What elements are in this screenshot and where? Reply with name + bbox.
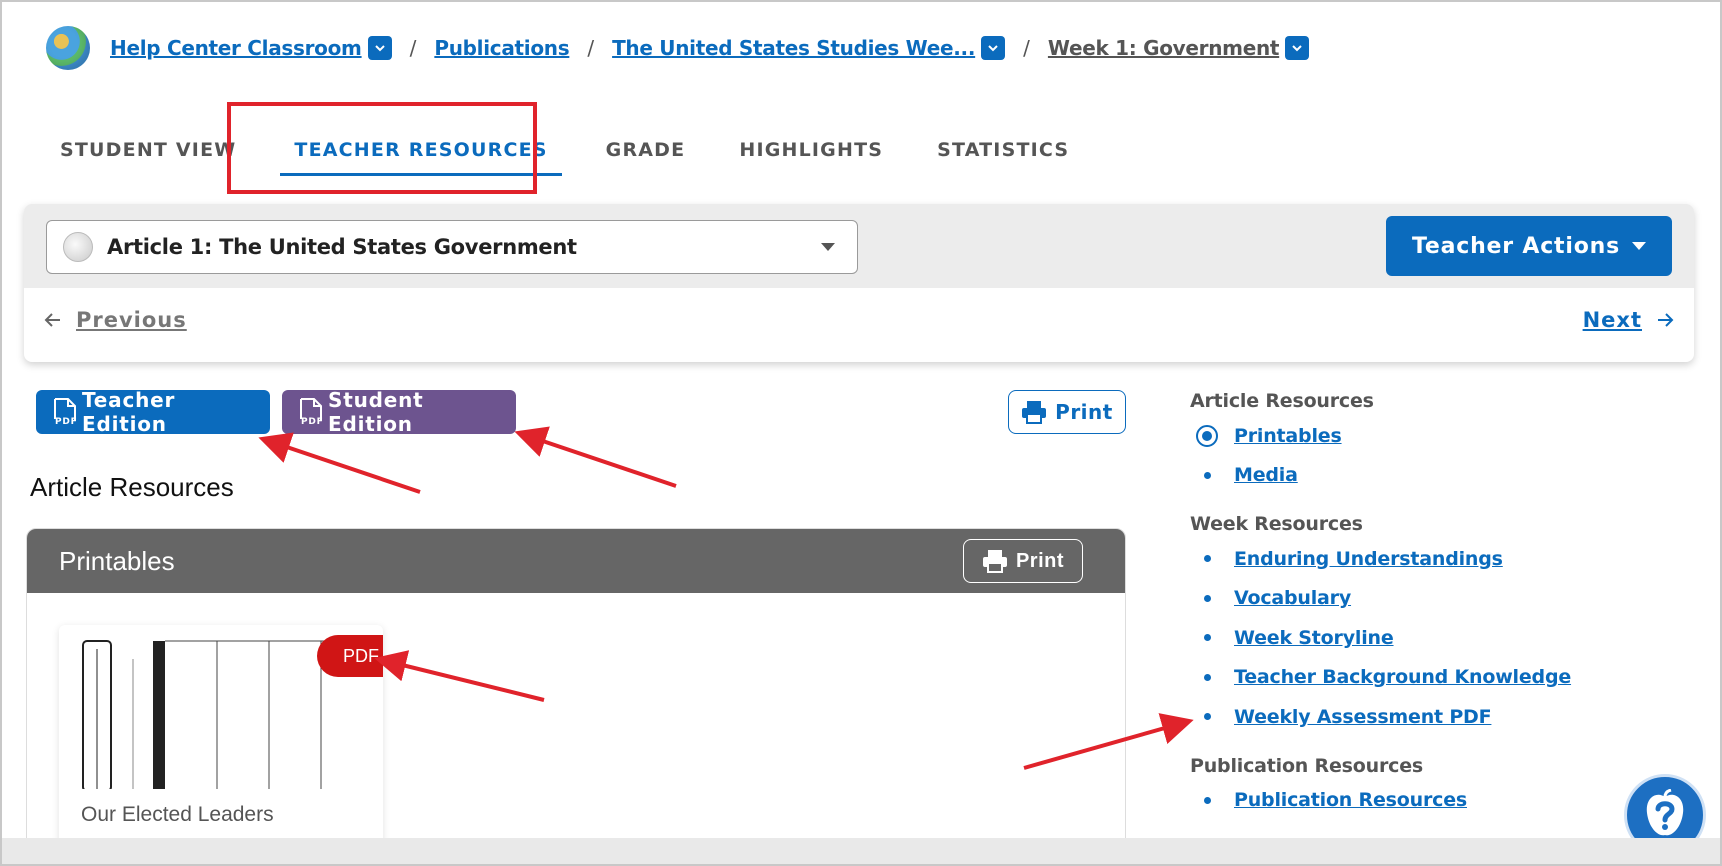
sidebar-link-week-storyline[interactable]: Week Storyline bbox=[1234, 627, 1394, 649]
sidebar-item-storyline: Week Storyline bbox=[1190, 618, 1670, 658]
next-label: Next bbox=[1582, 308, 1642, 332]
sidebar-list-week: Enduring Understandings Vocabulary Week … bbox=[1190, 539, 1670, 737]
printable-card[interactable]: PDF Our Elected Leaders bbox=[59, 625, 383, 864]
section-title: Article Resources bbox=[30, 472, 234, 502]
breadcrumb: Help Center Classroom / Publications / T… bbox=[46, 24, 1310, 72]
tab-grade[interactable]: GRADE bbox=[586, 120, 706, 180]
sidebar-item-vocabulary: Vocabulary bbox=[1190, 579, 1670, 619]
chevron-down-icon[interactable] bbox=[981, 36, 1006, 60]
arrow-right-icon bbox=[1658, 313, 1674, 327]
bullet-icon bbox=[1194, 796, 1220, 804]
printables-header: Printables Print bbox=[27, 529, 1125, 593]
sidebar-item-assessment: Weekly Assessment PDF bbox=[1190, 697, 1670, 737]
breadcrumb-link-publication[interactable]: The United States Studies Wee... bbox=[612, 36, 975, 60]
teacher-edition-button[interactable]: PDF Teacher Edition bbox=[36, 388, 270, 436]
printables-print-button[interactable]: Print bbox=[963, 539, 1083, 583]
printable-title[interactable]: Our Elected Leaders bbox=[81, 803, 274, 827]
sidebar-item-media: Media bbox=[1190, 456, 1670, 496]
arrow-left-icon bbox=[44, 313, 60, 327]
breadcrumb-item-classroom: Help Center Classroom bbox=[110, 36, 392, 60]
help-icon bbox=[1646, 789, 1684, 836]
breadcrumb-link-classroom[interactable]: Help Center Classroom bbox=[110, 36, 362, 60]
sidebar-item-publication-resources: Publication Resources bbox=[1190, 781, 1670, 821]
app-frame: Help Center Classroom / Publications / T… bbox=[0, 0, 1722, 866]
breadcrumb-separator: / bbox=[587, 36, 595, 60]
sidebar-list-article: Printables Media bbox=[1190, 416, 1670, 495]
bullet-icon bbox=[1194, 634, 1220, 642]
pdf-file-icon: PDF bbox=[52, 397, 78, 427]
caret-down-icon bbox=[821, 243, 835, 251]
pdf-badge: PDF bbox=[317, 635, 383, 677]
selected-radio-icon bbox=[1194, 424, 1220, 447]
sidebar-item-background: Teacher Background Knowledge bbox=[1190, 658, 1670, 698]
article-panel: Article 1: The United States Government … bbox=[24, 204, 1694, 362]
student-edition-button[interactable]: PDF Student Edition bbox=[282, 388, 516, 436]
sidebar-heading-article: Article Resources bbox=[1190, 390, 1374, 412]
breadcrumb-item-week: Week 1: Government bbox=[1048, 36, 1310, 60]
annotation-arrow bbox=[514, 426, 677, 488]
previous-link[interactable]: Previous bbox=[44, 308, 187, 332]
breadcrumb-separator: / bbox=[1023, 36, 1030, 60]
status-circle-icon bbox=[63, 232, 93, 262]
breadcrumb-link-publications[interactable]: Publications bbox=[434, 36, 569, 60]
bottom-scroll-area bbox=[2, 838, 1720, 864]
previous-label: Previous bbox=[76, 308, 187, 332]
sidebar-list-publication: Publication Resources bbox=[1190, 781, 1670, 821]
sidebar-link-vocabulary[interactable]: Vocabulary bbox=[1234, 587, 1351, 609]
print-label: Print bbox=[1015, 549, 1065, 572]
chevron-down-icon[interactable] bbox=[1285, 36, 1310, 60]
sidebar-heading-publication: Publication Resources bbox=[1190, 754, 1423, 777]
printables-panel: Printables Print PDF Our Elected Leaders bbox=[26, 528, 1126, 864]
sidebar-link-enduring-understandings[interactable]: Enduring Understandings bbox=[1234, 548, 1503, 570]
annotation-highlight-box bbox=[227, 102, 537, 194]
globe-icon bbox=[46, 26, 90, 70]
pdf-icon-text: PDF bbox=[55, 417, 78, 427]
tab-bar: STUDENT VIEW TEACHER RESOURCES GRADE HIG… bbox=[40, 120, 1089, 180]
sidebar-item-printables: Printables bbox=[1190, 416, 1670, 456]
sidebar-link-weekly-assessment[interactable]: Weekly Assessment PDF bbox=[1234, 706, 1492, 728]
resources-sidebar: Article Resources Printables Media Week … bbox=[1190, 390, 1670, 838]
article-select-value: Article 1: The United States Government bbox=[107, 235, 577, 259]
sidebar-link-publication-resources[interactable]: Publication Resources bbox=[1234, 789, 1467, 811]
bullet-icon bbox=[1194, 555, 1220, 563]
bullet-icon bbox=[1194, 594, 1220, 602]
pdf-icon-text: PDF bbox=[301, 417, 324, 427]
breadcrumb-link-week[interactable]: Week 1: Government bbox=[1048, 36, 1280, 60]
tab-student-view[interactable]: STUDENT VIEW bbox=[40, 120, 256, 180]
sidebar-item-enduring: Enduring Understandings bbox=[1190, 539, 1670, 579]
sidebar-heading-week: Week Resources bbox=[1190, 513, 1363, 535]
breadcrumb-separator: / bbox=[409, 36, 417, 60]
breadcrumb-item-publication: The United States Studies Wee... bbox=[612, 36, 1006, 60]
caret-down-icon bbox=[1631, 242, 1646, 250]
teacher-actions-button[interactable]: Teacher Actions bbox=[1386, 216, 1672, 276]
annotation-arrow bbox=[258, 432, 421, 494]
printer-icon bbox=[1022, 401, 1047, 424]
teacher-edition-label: Teacher Edition bbox=[82, 388, 176, 436]
pdf-file-icon: PDF bbox=[298, 397, 324, 427]
article-panel-header: Article 1: The United States Government … bbox=[24, 204, 1694, 288]
printables-title: Printables bbox=[59, 545, 175, 576]
next-link[interactable]: Next bbox=[1583, 308, 1674, 332]
print-label: Print bbox=[1055, 400, 1113, 424]
bullet-icon bbox=[1194, 471, 1220, 479]
breadcrumb-item-publications: Publications bbox=[434, 36, 569, 60]
article-select[interactable]: Article 1: The United States Government bbox=[46, 220, 858, 274]
bullet-icon bbox=[1194, 673, 1220, 681]
tab-highlights[interactable]: HIGHLIGHTS bbox=[719, 120, 903, 180]
tab-statistics[interactable]: STATISTICS bbox=[917, 120, 1089, 180]
sidebar-link-printables[interactable]: Printables bbox=[1234, 425, 1342, 447]
print-button[interactable]: Print bbox=[1008, 390, 1126, 434]
article-nav: Previous Next bbox=[24, 288, 1694, 362]
printer-icon bbox=[982, 550, 1007, 573]
student-edition-label: Student Edition bbox=[328, 388, 424, 436]
bullet-icon bbox=[1194, 713, 1220, 721]
sidebar-link-teacher-background[interactable]: Teacher Background Knowledge bbox=[1234, 666, 1571, 688]
chevron-down-icon[interactable] bbox=[367, 36, 392, 60]
teacher-actions-label: Teacher Actions bbox=[1412, 233, 1620, 259]
sidebar-link-media[interactable]: Media bbox=[1234, 464, 1298, 486]
